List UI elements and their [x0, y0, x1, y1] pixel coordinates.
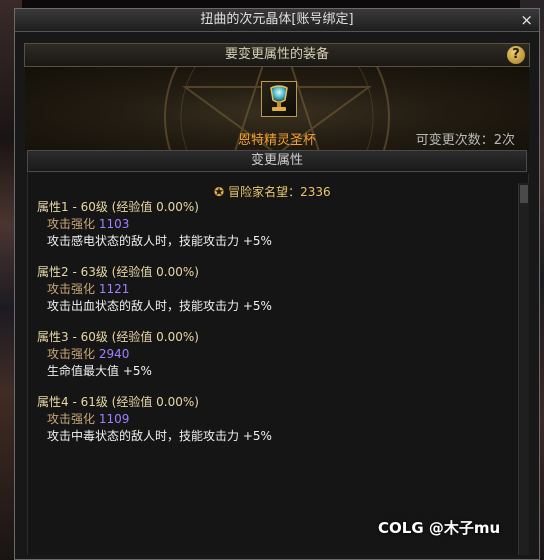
attribute-block-1[interactable]: 属性1 - 60级 (经验值 0.00%) 攻击强化 1103 攻击感电状态的敌… [37, 199, 272, 250]
attribute-stat: 攻击强化 1109 [37, 411, 272, 428]
attributes-header-title: 变更属性 [250, 153, 303, 168]
scroll-thumb[interactable] [520, 185, 528, 203]
stat-value: 2940 [98, 347, 130, 361]
attribute-stat: 攻击强化 1103 [37, 216, 272, 233]
equipment-item-slot[interactable] [261, 81, 297, 117]
renown-text: 冒险家名望：2336 [228, 185, 331, 199]
scrollbar[interactable] [518, 183, 529, 555]
attribute-stat: 攻击强化 2940 [37, 346, 199, 363]
change-count: 可变更次数：2次 [415, 133, 515, 148]
renown-icon: ✪ [214, 185, 225, 199]
watermark: COLG @木子mu [378, 519, 501, 537]
attribute-effect: 生命值最大值 +5% [47, 364, 152, 378]
attribute-title: 属性4 - 61级 (经验值 0.00%) [37, 395, 199, 409]
stat-value: 1103 [98, 217, 130, 231]
stat-label: 攻击强化 [47, 282, 96, 296]
stat-label: 攻击强化 [47, 347, 96, 361]
attributes-list: ✪ 冒险家名望：2336 属性1 - 60级 (经验值 0.00%) 攻击强化 1… [27, 173, 529, 555]
item-display-area: 恩特精灵圣杯 可变更次数：2次 [25, 67, 529, 151]
attribute-title: 属性1 - 60级 (经验值 0.00%) [37, 200, 199, 214]
stat-label: 攻击强化 [47, 217, 96, 231]
attributes-header: 变更属性 [27, 150, 527, 172]
equipment-panel-header: 要变更属性的装备 ? [24, 43, 530, 67]
stat-value: 1121 [98, 282, 130, 296]
dimension-crystal-window: 扭曲的次元晶体[账号绑定] × 要变更属性的装备 ? 恩特精灵圣杯 可变更次数：… [14, 8, 540, 560]
adventurer-renown: ✪ 冒险家名望：2336 [214, 183, 331, 200]
window-title: 扭曲的次元晶体[账号绑定] [200, 12, 354, 27]
window-titlebar[interactable]: 扭曲的次元晶体[账号绑定] × [15, 9, 539, 32]
close-icon[interactable]: × [520, 9, 533, 31]
attribute-block-3[interactable]: 属性3 - 60级 (经验值 0.00%) 攻击强化 2940 生命值最大值 +… [37, 329, 199, 380]
equipment-header-title: 要变更属性的装备 [224, 47, 329, 62]
stat-label: 攻击强化 [47, 412, 96, 426]
attribute-block-2[interactable]: 属性2 - 63级 (经验值 0.00%) 攻击强化 1121 攻击出血状态的敌… [37, 264, 272, 315]
holy-grail-icon [270, 85, 288, 111]
stat-value: 1109 [98, 412, 130, 426]
help-icon[interactable]: ? [507, 46, 525, 64]
attribute-effect: 攻击中毒状态的敌人时，技能攻击力 +5% [47, 429, 272, 443]
attribute-title: 属性3 - 60级 (经验值 0.00%) [37, 330, 199, 344]
attribute-title: 属性2 - 63级 (经验值 0.00%) [37, 265, 199, 279]
attribute-effect: 攻击感电状态的敌人时，技能攻击力 +5% [47, 234, 272, 248]
attribute-effect: 攻击出血状态的敌人时，技能攻击力 +5% [47, 299, 272, 313]
attribute-stat: 攻击强化 1121 [37, 281, 272, 298]
attribute-block-4[interactable]: 属性4 - 61级 (经验值 0.00%) 攻击强化 1109 攻击中毒状态的敌… [37, 394, 272, 445]
